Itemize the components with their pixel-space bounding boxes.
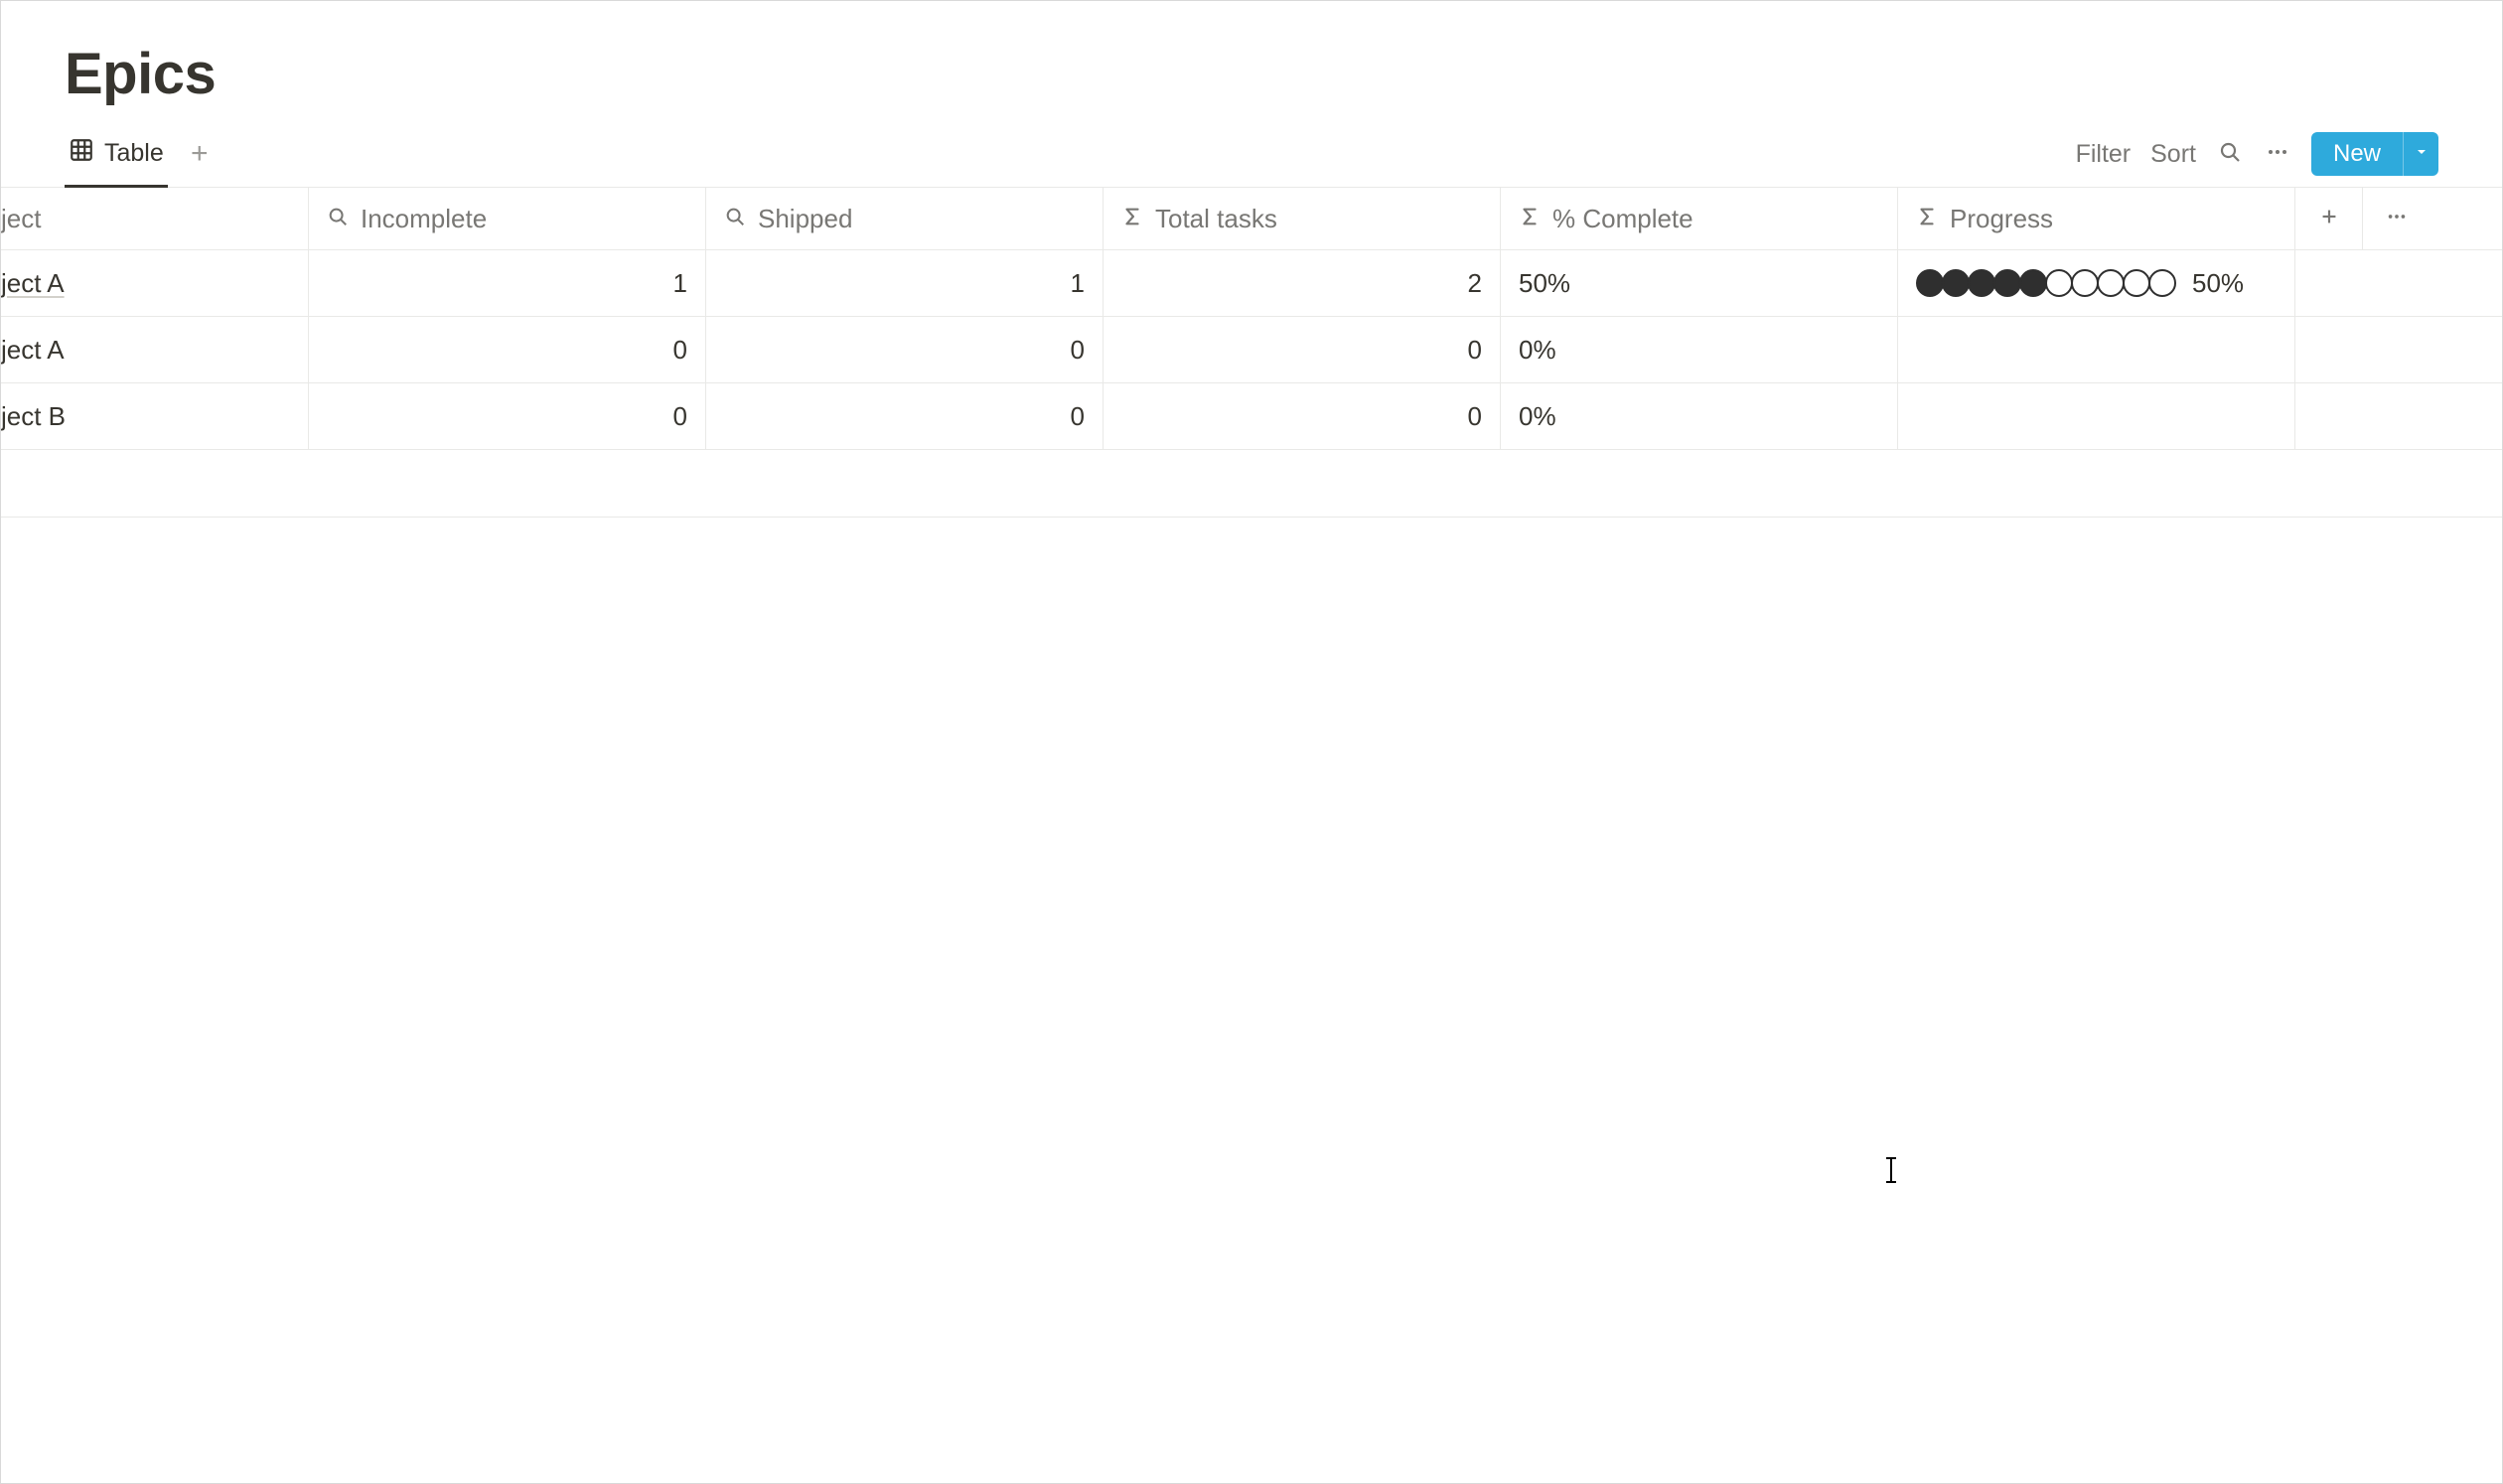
more-button[interactable] bbox=[2264, 140, 2291, 168]
cell-incomplete[interactable]: 0 bbox=[309, 317, 706, 382]
dot-filled-icon bbox=[1968, 269, 1995, 297]
cell-pct[interactable]: 50% bbox=[1501, 250, 1898, 316]
dot-filled-icon bbox=[2019, 269, 2047, 297]
dot-empty-icon bbox=[2148, 269, 2176, 297]
tab-table[interactable]: Table bbox=[65, 128, 168, 188]
cell-trailing bbox=[2363, 250, 2430, 316]
cell-value: 2 bbox=[1468, 268, 1482, 299]
cell-name[interactable]: ject A bbox=[1, 250, 309, 316]
sort-button[interactable]: Sort bbox=[2150, 140, 2196, 169]
add-column-button[interactable] bbox=[2295, 188, 2363, 249]
table-icon bbox=[69, 137, 94, 170]
column-label: Incomplete bbox=[361, 204, 487, 234]
cell-value: 0 bbox=[1468, 335, 1482, 366]
sigma-icon bbox=[1916, 204, 1938, 234]
sigma-icon bbox=[1519, 204, 1541, 234]
cell-incomplete[interactable]: 1 bbox=[309, 250, 706, 316]
row-title[interactable]: ject B bbox=[1, 401, 66, 432]
text-cursor-icon bbox=[1890, 1158, 1892, 1182]
cell-value: 0% bbox=[1519, 401, 1556, 432]
cell-value: 0 bbox=[673, 335, 687, 366]
cell-pct[interactable]: 0% bbox=[1501, 317, 1898, 382]
column-options-button[interactable] bbox=[2363, 188, 2430, 249]
search-button[interactable] bbox=[2216, 140, 2244, 168]
database-table: ject Incomplete Shipped Total tasks % Co… bbox=[1, 187, 2502, 518]
cell-trailing bbox=[2295, 250, 2363, 316]
search-icon bbox=[2218, 140, 2242, 169]
cell-value: 1 bbox=[673, 268, 687, 299]
new-button[interactable]: New bbox=[2311, 132, 2403, 176]
cell-value: 1 bbox=[1071, 268, 1085, 299]
dot-filled-icon bbox=[1916, 269, 1944, 297]
column-label: ject bbox=[1, 204, 41, 234]
filter-button[interactable]: Filter bbox=[2076, 140, 2132, 169]
cell-name[interactable]: ject A bbox=[1, 317, 309, 382]
cell-value: 0 bbox=[1468, 401, 1482, 432]
column-label: Total tasks bbox=[1155, 204, 1277, 234]
cell-progress[interactable] bbox=[1898, 383, 2295, 449]
cell-trailing bbox=[2295, 383, 2363, 449]
column-label: % Complete bbox=[1552, 204, 1693, 234]
dot-filled-icon bbox=[1942, 269, 1970, 297]
sigma-icon bbox=[1121, 204, 1143, 234]
dot-empty-icon bbox=[2097, 269, 2125, 297]
row-title[interactable]: ject A bbox=[1, 268, 65, 299]
cell-total[interactable]: 0 bbox=[1104, 317, 1501, 382]
cell-shipped[interactable]: 1 bbox=[706, 250, 1104, 316]
column-header-incomplete[interactable]: Incomplete bbox=[309, 188, 706, 249]
plus-icon bbox=[2318, 204, 2340, 234]
column-header-pct[interactable]: % Complete bbox=[1501, 188, 1898, 249]
chevron-down-icon bbox=[2414, 144, 2429, 165]
cell-trailing bbox=[2363, 317, 2430, 382]
cell-value: 0% bbox=[1519, 335, 1556, 366]
dot-empty-icon bbox=[2045, 269, 2073, 297]
progress-dots bbox=[1916, 269, 2174, 297]
column-header-name[interactable]: ject bbox=[1, 188, 309, 249]
page-title[interactable]: Epics bbox=[65, 41, 2502, 107]
dot-filled-icon bbox=[1993, 269, 2021, 297]
cell-progress[interactable]: 50% bbox=[1898, 250, 2295, 316]
table-footer-row[interactable] bbox=[1, 450, 2502, 518]
plus-icon: + bbox=[191, 137, 209, 171]
cell-value: 0 bbox=[1071, 401, 1085, 432]
column-header-total[interactable]: Total tasks bbox=[1104, 188, 1501, 249]
progress-indicator: 50% bbox=[1916, 268, 2244, 299]
add-view-button[interactable]: + bbox=[182, 139, 218, 175]
tab-label: Table bbox=[104, 139, 164, 168]
table-header-row: ject Incomplete Shipped Total tasks % Co… bbox=[1, 188, 2502, 250]
cell-shipped[interactable]: 0 bbox=[706, 317, 1104, 382]
table-row[interactable]: ject B 0 0 0 0% bbox=[1, 383, 2502, 450]
rollup-search-icon bbox=[724, 204, 746, 234]
cell-shipped[interactable]: 0 bbox=[706, 383, 1104, 449]
cell-value: 0 bbox=[673, 401, 687, 432]
cell-total[interactable]: 0 bbox=[1104, 383, 1501, 449]
table-row[interactable]: ject A 1 1 2 50% 50% bbox=[1, 250, 2502, 317]
table-row[interactable]: ject A 0 0 0 0% bbox=[1, 317, 2502, 383]
cell-trailing bbox=[2295, 317, 2363, 382]
column-label: Progress bbox=[1950, 204, 2053, 234]
dots-horizontal-icon bbox=[2266, 140, 2289, 169]
cell-value: 0 bbox=[1071, 335, 1085, 366]
progress-label: 50% bbox=[2192, 268, 2244, 299]
dot-empty-icon bbox=[2071, 269, 2099, 297]
cell-total[interactable]: 2 bbox=[1104, 250, 1501, 316]
dot-empty-icon bbox=[2123, 269, 2150, 297]
cell-trailing bbox=[2363, 383, 2430, 449]
cell-incomplete[interactable]: 0 bbox=[309, 383, 706, 449]
new-dropdown-button[interactable] bbox=[2403, 132, 2438, 176]
column-header-shipped[interactable]: Shipped bbox=[706, 188, 1104, 249]
column-label: Shipped bbox=[758, 204, 852, 234]
cell-name[interactable]: ject B bbox=[1, 383, 309, 449]
cell-progress[interactable] bbox=[1898, 317, 2295, 382]
cell-pct[interactable]: 0% bbox=[1501, 383, 1898, 449]
column-header-progress[interactable]: Progress bbox=[1898, 188, 2295, 249]
row-title[interactable]: ject A bbox=[1, 335, 65, 366]
cell-value: 50% bbox=[1519, 268, 1570, 299]
rollup-search-icon bbox=[327, 204, 349, 234]
dots-horizontal-icon bbox=[2386, 204, 2408, 234]
